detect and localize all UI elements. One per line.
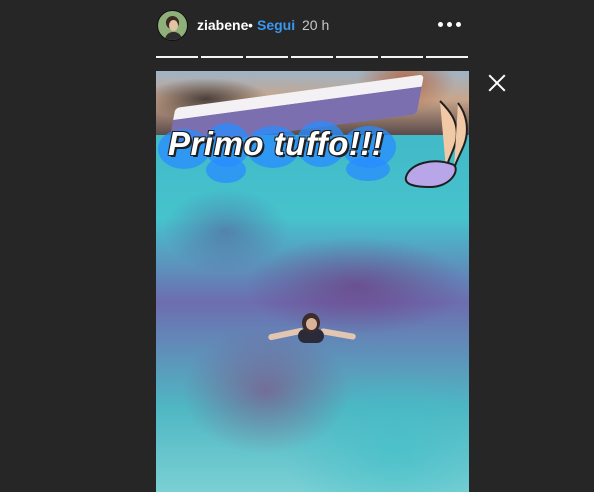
more-dot [437,21,443,27]
swimmer-arm [319,327,357,341]
more-options-icon[interactable] [436,15,462,33]
more-dot [446,21,452,27]
avatar-face [169,20,178,31]
progress-segment [426,56,468,58]
username-link[interactable]: ziabene [197,17,248,33]
avatar[interactable] [157,10,188,41]
avatar-body [165,32,182,40]
progress-segment [336,56,378,58]
post-time: 20 h [302,17,330,33]
progress-segment [156,56,198,58]
separator-dot: • [248,17,253,33]
story-media[interactable]: Primo tuffo!!! [156,71,469,492]
diving-legs-sticker [404,100,468,189]
story-viewer: ziabene • Segui 20 h Primo tuffo!!! [0,0,594,492]
progress-segment [201,56,243,58]
story-caption: Primo tuffo!!! [168,125,384,162]
progress-segment [381,56,423,58]
more-dot [455,21,461,27]
progress-segment [246,56,288,58]
follow-button[interactable]: Segui [257,17,295,33]
swimmer-face [306,318,317,330]
close-icon[interactable] [484,70,510,96]
swimmer [267,309,358,349]
story-progress-bar [156,56,468,58]
progress-segment [291,56,333,58]
